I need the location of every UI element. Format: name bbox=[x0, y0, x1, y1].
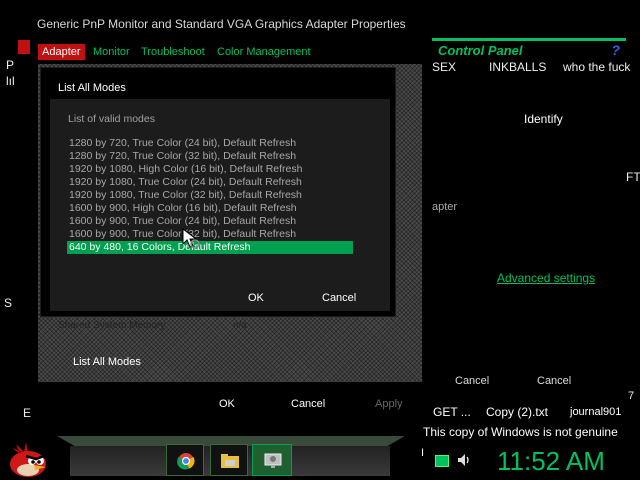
tab-bar: Adapter Monitor Troubleshoot Color Manag… bbox=[38, 44, 422, 64]
left-letter-e: E bbox=[23, 406, 32, 420]
desktop-file-get[interactable]: GET ... bbox=[433, 405, 471, 419]
taskbar-letter: I bbox=[421, 447, 425, 459]
tab-troubleshoot[interactable]: Troubleshoot bbox=[141, 46, 205, 58]
network-icon[interactable] bbox=[435, 455, 449, 467]
mouse-cursor-icon bbox=[182, 228, 200, 249]
dialog-cancel-button[interactable]: Cancel bbox=[322, 292, 356, 304]
control-panel-label: Control Panel bbox=[438, 43, 523, 58]
identify-button[interactable]: Identify bbox=[524, 112, 563, 126]
list-item[interactable]: 1920 by 1080, True Color (32 bit), Defau… bbox=[67, 189, 353, 202]
adapter-fragment: apter bbox=[432, 201, 458, 213]
mode-list[interactable]: 1280 by 720, True Color (24 bit), Defaul… bbox=[67, 137, 355, 255]
ft-fragment: FT bbox=[626, 170, 640, 184]
taskbar-display-button[interactable] bbox=[252, 444, 292, 476]
list-all-modes-button[interactable]: List All Modes bbox=[73, 356, 141, 368]
list-modes-dialog: List All Modes List of valid modes 1280 … bbox=[40, 67, 396, 317]
taskbar-chrome-button[interactable] bbox=[166, 444, 204, 476]
shared-memory-label: Shared System Memory: bbox=[58, 320, 169, 331]
ok-button[interactable]: OK bbox=[219, 398, 235, 410]
dialog-ok-button[interactable]: OK bbox=[248, 292, 264, 304]
list-item[interactable]: 1920 by 1080, True Color (24 bit), Defau… bbox=[67, 176, 353, 189]
desktop-file-copy[interactable]: Copy (2).txt bbox=[486, 405, 548, 419]
help-icon[interactable]: ? bbox=[611, 42, 620, 58]
advanced-settings-link[interactable]: Advanced settings bbox=[497, 271, 595, 285]
chrome-icon bbox=[177, 453, 195, 470]
volume-icon[interactable] bbox=[456, 452, 472, 468]
list-item[interactable]: 1600 by 900, True Color (24 bit), Defaul… bbox=[67, 215, 353, 228]
genuine-notice: This copy of Windows is not genuine bbox=[423, 425, 618, 439]
cancel-ghost-2: Cancel bbox=[537, 375, 572, 387]
tab-adapter[interactable]: Adapter bbox=[38, 44, 85, 60]
taskbar-explorer-button[interactable] bbox=[210, 444, 248, 476]
right-digit: 7 bbox=[628, 390, 635, 402]
left-letter-s: S bbox=[4, 296, 13, 310]
list-item[interactable]: 1600 by 900, True Color (32 bit), Defaul… bbox=[67, 228, 353, 241]
shared-memory-value: n/a bbox=[233, 320, 247, 331]
folder-icon bbox=[221, 454, 239, 468]
top-text-2: INKBALLS bbox=[489, 60, 547, 74]
tab-color-management[interactable]: Color Management bbox=[217, 46, 311, 58]
top-text-1: SEX bbox=[432, 60, 457, 74]
list-item-selected[interactable]: 640 by 480, 16 Colors, Default Refresh bbox=[67, 241, 353, 254]
app-icon bbox=[18, 40, 30, 54]
left-edge-text-2: lıl bbox=[6, 74, 15, 88]
list-label: List of valid modes bbox=[68, 113, 155, 125]
cancel-button[interactable]: Cancel bbox=[291, 398, 325, 410]
desktop-file-journal[interactable]: journal901 bbox=[570, 406, 621, 418]
list-item[interactable]: 1280 by 720, True Color (24 bit), Defaul… bbox=[67, 137, 353, 150]
left-edge-text: P bbox=[6, 58, 15, 72]
list-item[interactable]: 1920 by 1080, High Color (16 bit), Defau… bbox=[67, 163, 353, 176]
list-item[interactable]: 1280 by 720, True Color (32 bit), Defaul… bbox=[67, 150, 353, 163]
list-item[interactable]: 1600 by 900, High Color (16 bit), Defaul… bbox=[67, 202, 353, 215]
cancel-ghost: Cancel bbox=[455, 375, 490, 387]
top-text-3: who the fuck bbox=[563, 60, 631, 74]
angry-bird-start-icon[interactable] bbox=[6, 438, 50, 478]
window-title: Generic PnP Monitor and Standard VGA Gra… bbox=[37, 17, 406, 31]
control-panel-strip: Control Panel ? bbox=[432, 38, 626, 61]
apply-button[interactable]: Apply bbox=[375, 398, 403, 410]
clock[interactable]: 11:52 AM bbox=[497, 446, 605, 477]
display-settings-icon bbox=[264, 453, 282, 468]
tab-monitor[interactable]: Monitor bbox=[93, 46, 130, 58]
dialog-title: List All Modes bbox=[58, 82, 126, 94]
